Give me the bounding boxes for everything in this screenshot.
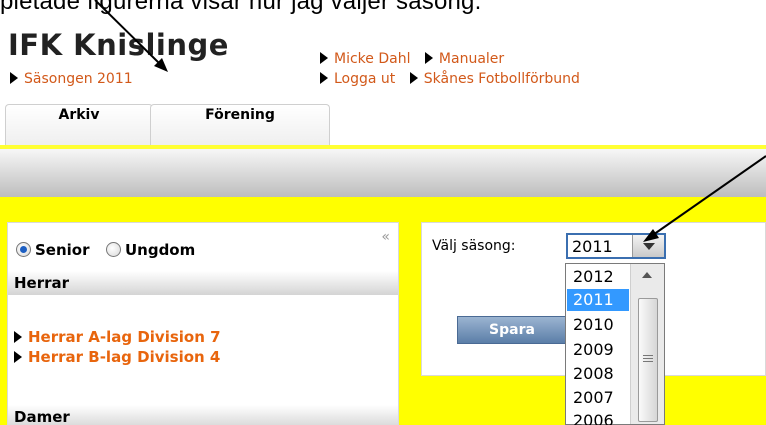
grip-line	[643, 355, 653, 356]
scrollbar-thumb[interactable]	[638, 298, 658, 422]
season-link[interactable]: Säsongen 2011	[10, 71, 133, 87]
triangle-bullet-icon	[320, 72, 328, 84]
chevron-down-icon[interactable]	[632, 235, 664, 257]
season-dropdown-list[interactable]: 2012 2011 2010 2009 2008 2007 2006	[565, 263, 665, 425]
season-option[interactable]: 2007	[567, 387, 629, 409]
manuals-link[interactable]: Manualer	[424, 51, 505, 67]
grip-line	[643, 361, 653, 362]
radio-ungdom[interactable]: Ungdom	[105, 241, 196, 259]
tab-arkiv[interactable]: Arkiv	[5, 104, 153, 148]
logout-link-label: Logga ut	[334, 71, 396, 87]
triangle-bullet-icon	[14, 351, 22, 363]
season-link-label: Säsongen 2011	[24, 71, 133, 87]
instruction-caption: pletade figurerna visar hur jag valjer s…	[0, 0, 482, 15]
site-title: IFK Knislinge	[8, 28, 229, 62]
grip-line	[643, 358, 653, 359]
tab-forening[interactable]: Förening	[150, 104, 330, 148]
team-link-label: Herrar B-lag Division 4	[28, 348, 221, 366]
user-link[interactable]: Micke Dahl	[320, 51, 410, 67]
top-links-row-1: Micke Dahl Manualer	[320, 49, 580, 69]
season-option[interactable]: 2006	[567, 410, 629, 425]
federation-link-label: Skånes Fotbollförbund	[423, 71, 580, 87]
section-header-damer: Damer	[8, 405, 398, 425]
season-select-value: 2011	[572, 237, 613, 256]
triangle-bullet-icon	[424, 52, 433, 64]
radio-unchecked-icon	[105, 242, 121, 257]
triangle-bullet-icon	[320, 52, 328, 64]
logout-link[interactable]: Logga ut	[320, 71, 395, 87]
season-option[interactable]: 2010	[567, 314, 629, 336]
season-select[interactable]: 2011	[566, 233, 666, 259]
team-link-label: Herrar A-lag Division 7	[28, 328, 221, 346]
team-list: Herrar A-lag Division 7 Herrar B-lag Div…	[14, 327, 221, 367]
team-link-a-lag[interactable]: Herrar A-lag Division 7	[14, 327, 221, 347]
dropdown-scrollbar[interactable]	[630, 264, 664, 424]
radio-ungdom-label: Ungdom	[124, 241, 196, 259]
double-chevron-left-icon[interactable]: «	[381, 229, 390, 245]
team-link-b-lag[interactable]: Herrar B-lag Division 4	[14, 347, 221, 367]
top-links-row-2: Logga ut Skånes Fotbollförbund	[320, 69, 580, 89]
top-links: Micke Dahl Manualer Logga ut Skånes Fotb…	[320, 49, 580, 89]
scroll-up-arrow-icon[interactable]	[642, 272, 652, 278]
season-option[interactable]: 2012	[567, 266, 629, 288]
triangle-bullet-icon	[409, 72, 418, 84]
triangle-bullet-icon	[14, 331, 22, 343]
section-header-herrar: Herrar	[8, 271, 398, 295]
season-option-selected[interactable]: 2011	[567, 289, 629, 311]
team-panel: « Senior Ungdom Herrar Herrar A-lag Divi…	[7, 222, 399, 425]
manuals-link-label: Manualer	[438, 51, 505, 67]
federation-link[interactable]: Skånes Fotbollförbund	[409, 71, 580, 87]
radio-senior[interactable]: Senior	[16, 241, 90, 259]
season-select-label: Välj säsong:	[432, 238, 516, 254]
radio-senior-label: Senior	[35, 241, 90, 259]
triangle-bullet-icon	[10, 72, 18, 84]
season-option[interactable]: 2008	[567, 363, 629, 385]
season-option[interactable]: 2009	[567, 339, 629, 361]
radio-checked-icon	[16, 242, 31, 257]
toolbar-band	[0, 149, 766, 197]
save-button[interactable]: Spara	[457, 316, 567, 344]
level-radio-group: Senior Ungdom	[16, 241, 195, 259]
user-link-label: Micke Dahl	[334, 51, 411, 67]
